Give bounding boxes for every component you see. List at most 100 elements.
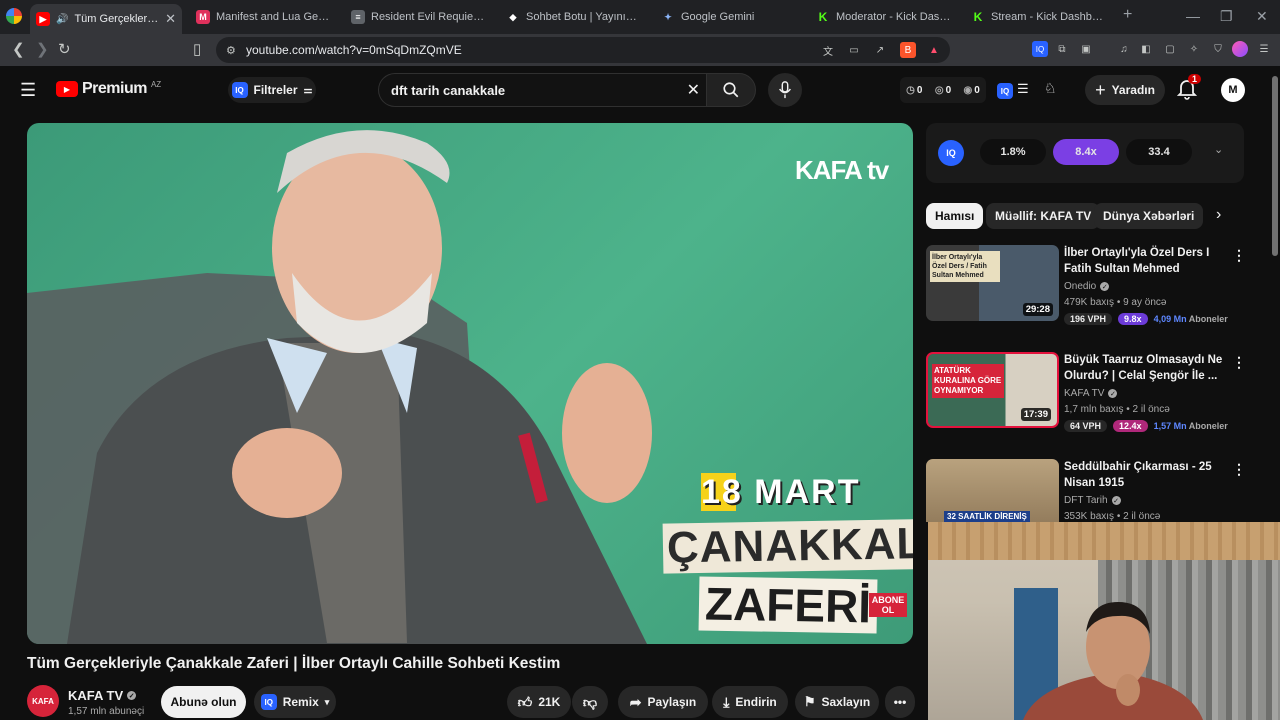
gemini-icon: ✦ [664, 11, 672, 22]
search-input[interactable]: dft tarih canakkale ✕ [378, 73, 706, 107]
youtube-logo-icon: ▶ [56, 81, 78, 97]
verified-icon: ✓ [1100, 282, 1110, 291]
stats-widget[interactable]: ◷ 0 ◎ 0 ◉ 0 [900, 77, 986, 103]
tab-gemini[interactable]: ✦ Google Gemini [655, 4, 803, 30]
thumbnail-text: İlber Ortaylı'yla Özel Ders / Fatih Sult… [930, 251, 1000, 282]
music-icon[interactable]: ♫ [1116, 41, 1132, 57]
video-thumbnail[interactable]: İlber Ortaylı'yla Özel Ders / Fatih Sult… [926, 245, 1059, 321]
create-button[interactable]: + Yaradın [1085, 75, 1165, 105]
video-thumbnail[interactable]: 32 SAATLİK DİRENİŞ [926, 459, 1059, 522]
video-duration: 17:39 [1020, 408, 1051, 421]
youtube-header: ☰ ▶ Premium AZ IQ Filtreler ⚌ dft tarih … [0, 66, 1280, 116]
more-vert-icon[interactable]: ⋮ [1232, 354, 1246, 371]
chip-world-news[interactable]: Dünya Xəbərləri [1094, 203, 1204, 229]
recommendation-item[interactable]: 32 SAATLİK DİRENİŞ Seddülbahir Çıkarması… [926, 459, 1244, 522]
recommendation-meta: 479K baxış • 9 ay öncə [1064, 297, 1167, 308]
forward-icon[interactable]: ❯ [36, 40, 49, 58]
remix-button[interactable]: IQ Remix ▾ [254, 686, 336, 718]
brave-shield-icon[interactable]: B [900, 42, 916, 58]
share-icon: ➦ [629, 693, 642, 710]
extensions-icon[interactable]: ⧉ [1054, 41, 1070, 57]
download-label: Endirin [735, 695, 777, 709]
sidebar-icon[interactable]: ◧ [1138, 41, 1154, 57]
manifest-icon: M [196, 10, 210, 24]
bookmark-icon: ⚑ [803, 694, 816, 709]
eye-off-icon: ◉ 0 [963, 84, 980, 96]
close-icon[interactable]: ✕ [165, 11, 176, 27]
scrollbar-thumb[interactable] [1272, 76, 1278, 256]
trophy-icon[interactable]: ♘ [1044, 80, 1057, 97]
youtube-logo[interactable]: ▶ Premium AZ [56, 80, 161, 98]
bookmark-icon[interactable]: ▯ [193, 40, 201, 58]
steamdb-icon: ≡ [351, 10, 365, 24]
channel-avatar[interactable]: KAFA [27, 685, 59, 717]
tab-sohbet-botu[interactable]: ◆ Sohbet Botu | Yayınını güçlendim [500, 4, 648, 30]
wallet-icon[interactable]: ▣ [1078, 41, 1094, 57]
chevron-down-icon[interactable]: ⌄ [1214, 143, 1223, 156]
recommendation-channel[interactable]: Onedio ✓ [1064, 281, 1110, 292]
chip-all[interactable]: Hamısı [926, 203, 984, 229]
vph-badge: 196 VPH [1064, 313, 1113, 325]
recommendation-title: İlber Ortaylı'yla Özel Ders I Fatih Sult… [1064, 247, 1210, 275]
cast-icon[interactable]: ▭ [846, 42, 862, 58]
subscribe-sticker: ABONE OL [869, 593, 907, 617]
recommendation-item[interactable]: İlber Ortaylı'yla Özel Ders / Fatih Sult… [926, 245, 1246, 325]
profile-icon[interactable] [1232, 41, 1248, 57]
more-vert-icon[interactable]: ⋮ [1232, 461, 1244, 478]
subs-badge: 4,09 Mn Aboneler [1153, 314, 1228, 324]
window-close-icon[interactable]: ✕ [1256, 8, 1268, 25]
brave-rewards-icon[interactable]: ▲ [926, 42, 942, 58]
recommendation-channel[interactable]: DFT Tarih ✓ [1064, 495, 1121, 506]
tab-steamdb[interactable]: ≡ Resident Evil Requiem Price history [345, 4, 493, 30]
leo-ai-icon[interactable]: ✧ [1186, 41, 1202, 57]
save-button[interactable]: ⚑ Saxlayın [795, 686, 879, 718]
notifications-button[interactable]: 1 [1176, 74, 1202, 105]
hamburger-menu-icon[interactable]: ☰ [20, 80, 36, 101]
filters-button[interactable]: IQ Filtreler ⚌ [228, 77, 316, 103]
share-button[interactable]: ➦ Paylaşın [618, 686, 708, 718]
list-icon[interactable]: ☰ [1017, 81, 1029, 97]
avatar[interactable]: M [1221, 78, 1245, 102]
tab-kick-stream[interactable]: K Stream - Kick Dashboard [965, 4, 1113, 30]
chip-author[interactable]: Müəllif: KAFA TV [986, 203, 1101, 229]
share-icon[interactable]: ↗ [872, 42, 888, 58]
video-thumbnail[interactable]: ATATÜRK KURALINA GÖRE OYNAMIYOR 17:39 [926, 352, 1059, 428]
menu-icon[interactable]: ☰ [1256, 41, 1272, 57]
download-button[interactable]: ⤓ Endirin [712, 686, 788, 718]
tab-kick-moderator[interactable]: K Moderator - Kick Dashboard [810, 4, 958, 30]
recommendation-channel[interactable]: KAFA TV ✓ [1064, 388, 1118, 399]
channel-name-text: KAFA TV [68, 688, 124, 703]
iq-stat-engagement: 1.8% [980, 139, 1046, 165]
channel-text: DFT Tarih [1064, 495, 1108, 506]
search-button[interactable] [706, 73, 756, 107]
new-tab-icon[interactable]: + [1123, 6, 1132, 24]
iq-extension-icon[interactable]: IQ [1032, 41, 1048, 57]
channel-name[interactable]: KAFA TV ✓ [68, 688, 137, 703]
back-icon[interactable]: ❮ [12, 40, 25, 58]
tab-label: Google Gemini [681, 11, 755, 23]
minimize-icon[interactable]: — [1186, 8, 1200, 24]
tab-manifest[interactable]: M Manifest and Lua Generator | Wa [190, 4, 338, 30]
dislike-button[interactable]: 👎︎ [572, 686, 608, 718]
more-actions-button[interactable]: ••• [885, 686, 915, 718]
translate-icon[interactable]: 文 [820, 42, 836, 58]
vpn-icon[interactable]: ⛉ [1210, 41, 1226, 57]
more-vert-icon[interactable]: ⋮ [1232, 247, 1246, 264]
iq-icon[interactable]: IQ [997, 83, 1013, 99]
reload-icon[interactable]: ↻ [58, 40, 71, 58]
address-bar[interactable]: ⚙ youtube.com/watch?v=0mSqDmZQmVE 文 ▭ ↗ … [216, 37, 950, 63]
video-player[interactable]: KAFA tv 18 MART ÇANAKKALE ZAFERİ ABONE O… [27, 123, 913, 644]
like-button[interactable]: 👍︎ 21K [507, 686, 571, 718]
tabs-icon[interactable]: ▢ [1162, 41, 1178, 57]
chevron-right-icon[interactable]: › [1216, 206, 1221, 224]
tab-youtube[interactable]: ▶ 🔊 Tüm Gerçekleriyle Çanakkale Zaferi ✕ [30, 4, 182, 34]
clear-search-icon[interactable]: ✕ [687, 80, 700, 100]
subscribe-button[interactable]: Abunə olun [161, 686, 246, 718]
recommendation-item[interactable]: ATATÜRK KURALINA GÖRE OYNAMIYOR 17:39 Bü… [926, 352, 1246, 432]
maximize-icon[interactable]: ❐ [1220, 8, 1233, 25]
site-info-icon[interactable]: ⚙ [226, 44, 236, 57]
page-scrollbar[interactable] [1270, 66, 1280, 522]
browser-profile-icon[interactable] [6, 8, 22, 24]
webcam-overlay [928, 522, 1280, 720]
voice-search-button[interactable] [768, 73, 802, 107]
